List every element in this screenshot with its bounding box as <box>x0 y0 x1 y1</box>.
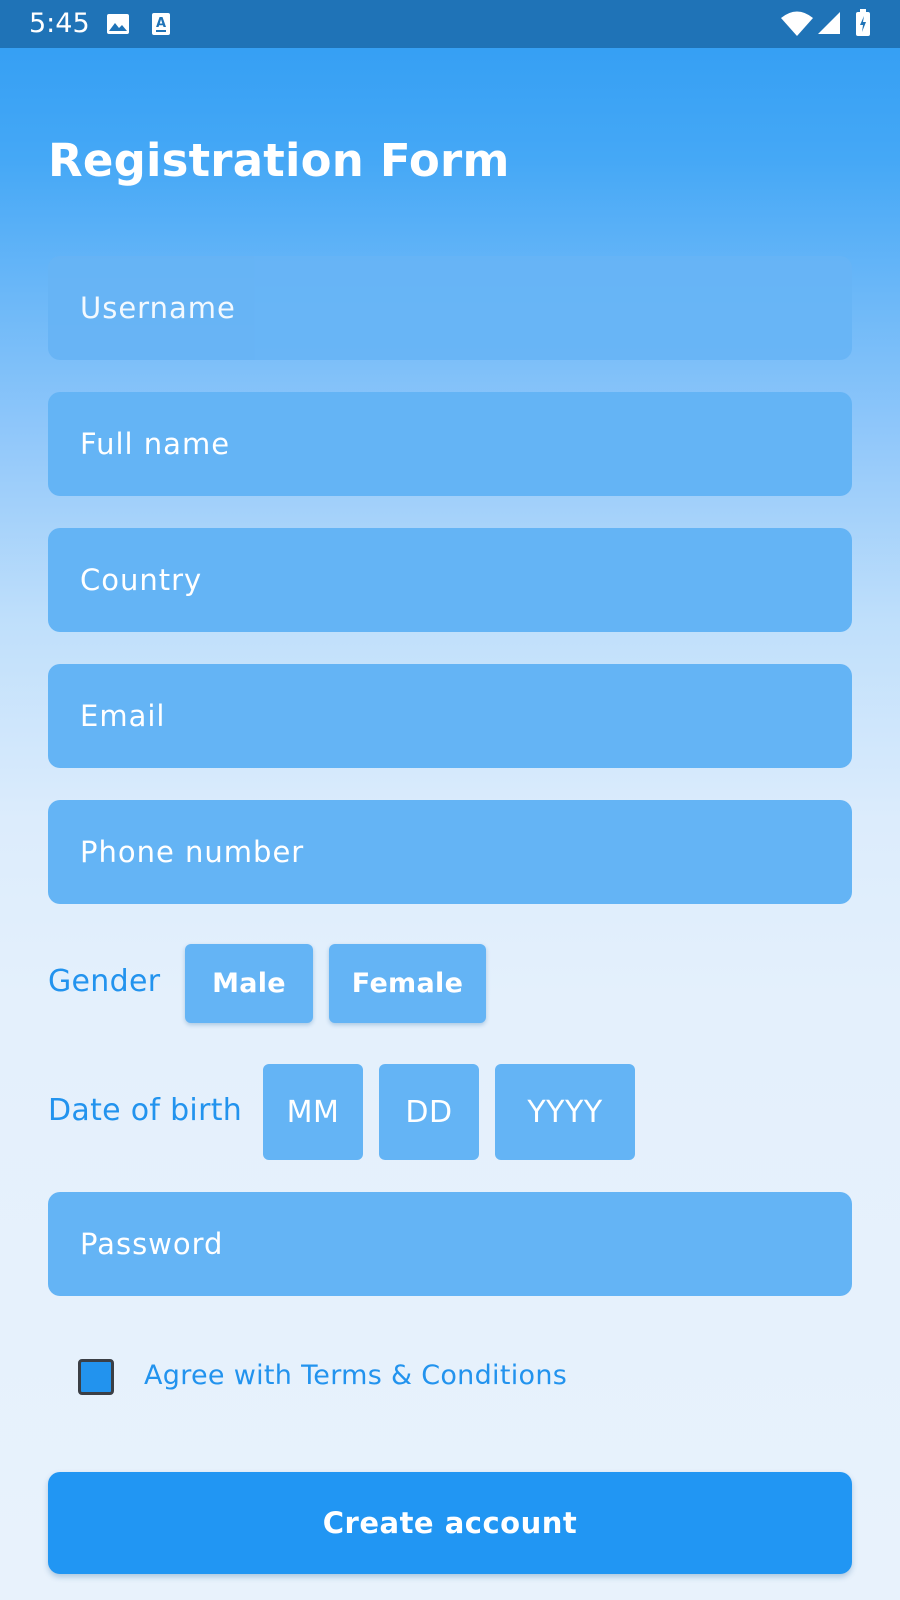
text-a-icon: A <box>152 13 170 35</box>
terms-label[interactable]: Agree with Terms & Conditions <box>144 1360 567 1391</box>
signal-icon <box>818 12 840 34</box>
registration-screen: 5:45 A Registration Form Username Full n… <box>0 0 900 1600</box>
date-of-birth-label: Date of birth <box>48 1093 243 1128</box>
image-icon <box>107 14 129 34</box>
dob-month-field[interactable]: MM <box>263 1064 363 1160</box>
battery-icon <box>856 9 870 36</box>
page-title: Registration Form <box>48 134 510 187</box>
create-account-button[interactable]: Create account <box>48 1472 852 1574</box>
gender-label: Gender <box>48 964 161 999</box>
phone-number-placeholder: Phone number <box>80 835 305 869</box>
phone-number-field[interactable]: Phone number <box>48 800 852 904</box>
username-field[interactable]: Username <box>48 256 852 360</box>
svg-text:A: A <box>156 16 166 31</box>
gender-female-button[interactable]: Female <box>329 944 486 1023</box>
email-placeholder: Email <box>80 699 166 733</box>
username-placeholder: Username <box>80 291 236 325</box>
password-placeholder: Password <box>80 1227 224 1261</box>
status-time: 5:45 <box>29 8 90 39</box>
dob-year-field[interactable]: YYYY <box>495 1064 635 1160</box>
wifi-icon <box>781 11 813 36</box>
country-placeholder: Country <box>80 563 203 597</box>
email-field[interactable]: Email <box>48 664 852 768</box>
terms-checkbox[interactable] <box>78 1359 114 1395</box>
dob-day-field[interactable]: DD <box>379 1064 479 1160</box>
password-field[interactable]: Password <box>48 1192 852 1296</box>
country-field[interactable]: Country <box>48 528 852 632</box>
full-name-placeholder: Full name <box>80 427 231 461</box>
status-bar: 5:45 A <box>0 0 900 48</box>
full-name-field[interactable]: Full name <box>48 392 852 496</box>
gender-male-button[interactable]: Male <box>185 944 313 1023</box>
